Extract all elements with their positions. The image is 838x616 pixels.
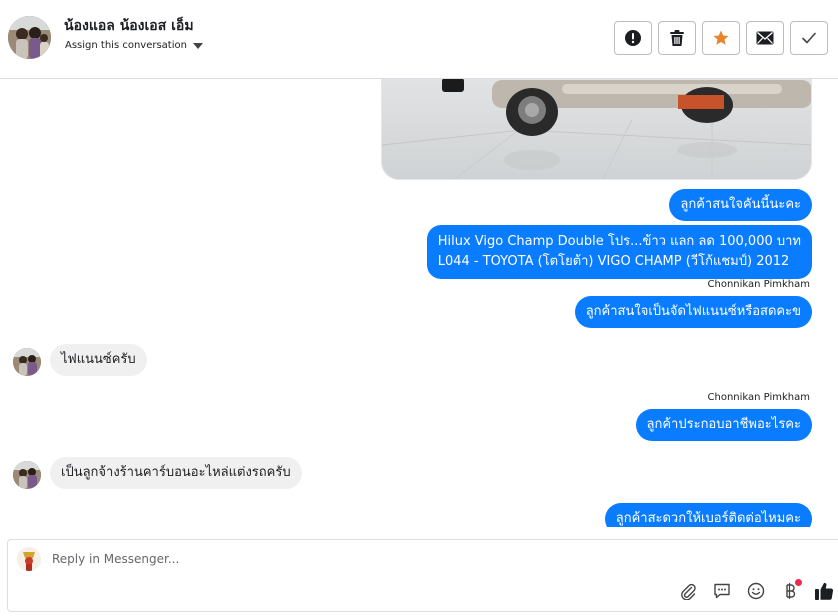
composer-tools <box>678 579 834 602</box>
reply-composer <box>7 539 838 612</box>
car-photo-attachment[interactable] <box>381 79 812 180</box>
attach-button[interactable] <box>678 580 698 602</box>
contact-name: น้องแอล น้องเอส เอ็ม <box>64 18 194 34</box>
checkmark-icon <box>802 32 816 44</box>
assign-label: Assign this conversation <box>65 40 187 51</box>
mark-unread-button[interactable] <box>746 21 784 55</box>
envelope-icon <box>756 31 774 45</box>
outgoing-message[interactable]: ลูกค้าสนใจคันนี้นะคะ <box>669 189 812 221</box>
payment-button[interactable] <box>780 579 802 602</box>
message-list[interactable]: ลูกค้าสนใจคันนี้นะคะ Hilux Vigo Champ Do… <box>0 79 838 527</box>
star-button[interactable] <box>702 21 740 55</box>
sender-name: Chonnikan Pimkham <box>707 279 810 290</box>
report-button[interactable] <box>614 21 652 55</box>
like-button[interactable] <box>814 580 834 602</box>
star-icon <box>713 30 729 45</box>
conversation-header: น้องแอล น้องเอส เอ็ม Assign this convers… <box>0 0 838 79</box>
outgoing-message[interactable]: ลูกค้าประกอบอาชีพอะไรคะ <box>635 409 812 441</box>
emoji-button[interactable] <box>746 580 766 602</box>
done-button[interactable] <box>790 21 828 55</box>
emoji-icon <box>747 582 765 600</box>
caret-down-icon <box>192 43 203 49</box>
outgoing-message[interactable]: Hilux Vigo Champ Double โปร...ข้าว แลก ล… <box>426 225 812 279</box>
incoming-message[interactable]: ไฟแนนซ์ครับ <box>50 344 147 376</box>
contact-avatar-small <box>13 461 41 489</box>
sender-name: Chonnikan Pimkham <box>707 392 810 403</box>
saved-reply-button[interactable] <box>712 580 732 602</box>
outgoing-message[interactable]: ลูกค้าสะดวกให้เบอร์ติดต่อไหมคะ <box>604 503 812 527</box>
message-line: Hilux Vigo Champ Double โปร...ข้าว แลก ล… <box>437 234 801 249</box>
trash-icon <box>670 30 684 46</box>
outgoing-message[interactable]: ลูกค้าสนใจเป็นจัดไฟแนนซ์หรือสดคะข <box>574 296 812 328</box>
incoming-message[interactable]: เป็นลูกจ้างร้านคาร์บอนอะไหล่แต่งรถครับ <box>50 457 302 489</box>
saved-reply-icon <box>714 583 730 599</box>
exclamation-circle-icon <box>625 30 641 46</box>
paperclip-icon <box>681 583 696 600</box>
delete-button[interactable] <box>658 21 696 55</box>
contact-avatar-small <box>13 348 41 376</box>
thumbs-up-icon <box>815 582 834 600</box>
page-avatar <box>17 547 41 571</box>
assign-conversation-dropdown[interactable]: Assign this conversation <box>65 40 203 51</box>
contact-avatar[interactable] <box>8 16 51 59</box>
reply-input[interactable] <box>52 552 612 566</box>
messenger-conversation: น้องแอล น้องเอส เอ็ม Assign this convers… <box>0 0 838 616</box>
notification-dot <box>795 579 802 586</box>
message-line: L044 - TOYOTA (โตโยต้า) VIGO CHAMP (วีโก… <box>437 254 790 269</box>
conversation-actions <box>614 21 828 55</box>
